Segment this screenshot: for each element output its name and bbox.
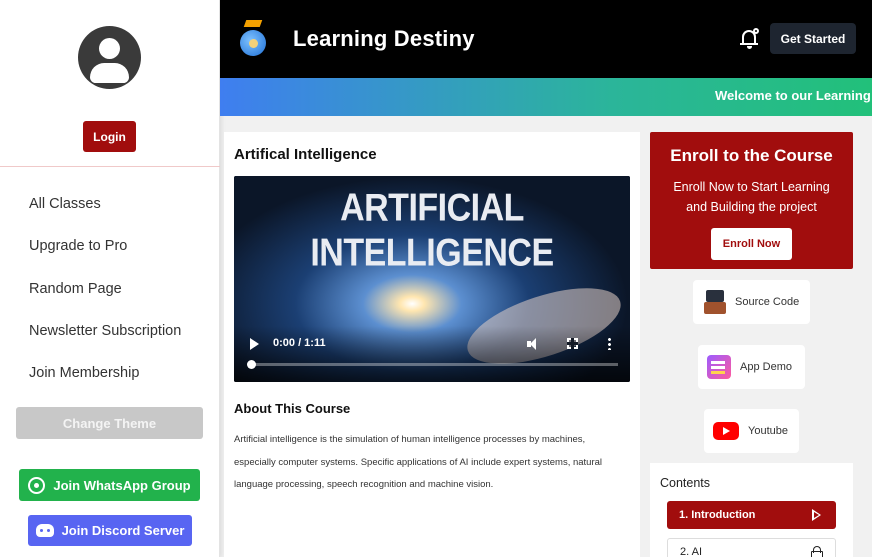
youtube-link[interactable]: Youtube [704,409,799,453]
app-demo-label: App Demo [740,361,792,373]
change-theme-button[interactable]: Change Theme [16,407,203,439]
enroll-subtitle: Enroll Now to Start Learning and Buildin… [673,180,830,214]
discord-icon [35,524,54,537]
video-progress-bar[interactable] [252,363,618,366]
sidebar-item-all-classes[interactable]: All Classes [29,194,181,236]
login-button[interactable]: Login [83,121,136,152]
fullscreen-icon[interactable] [567,338,578,349]
course-title: Artifical Intelligence [234,146,377,163]
sidebar-item-newsletter[interactable]: Newsletter Subscription [29,321,181,363]
source-code-label: Source Code [735,296,800,308]
about-course-heading: About This Course [234,401,351,416]
welcome-marquee: Welcome to our Learning Destiny [220,78,872,116]
more-options-icon[interactable] [608,337,611,350]
enroll-title: Enroll to the Course [670,146,833,165]
sidebar-divider [0,166,220,167]
sidebar-item-upgrade-to-pro[interactable]: Upgrade to Pro [29,236,181,278]
lesson-item-ai[interactable]: 2. AI [667,538,836,557]
sidebar-item-random-page[interactable]: Random Page [29,279,181,321]
video-controls: 0:00 / 1:11 [234,326,630,382]
whatsapp-icon [28,476,46,494]
lock-icon [811,546,823,557]
join-discord-button[interactable]: Join Discord Server [28,515,192,546]
lesson-item-introduction[interactable]: 1. Introduction [667,501,836,529]
join-whatsapp-button[interactable]: Join WhatsApp Group [19,469,200,501]
brand-title[interactable]: Learning Destiny [293,26,475,52]
video-time: 0:00 / 1:11 [273,337,326,349]
contents-panel: Contents 1. Introduction 2. AI [650,463,853,557]
notification-bell-icon[interactable] [740,28,760,50]
enroll-now-button[interactable]: Enroll Now [711,228,792,260]
sidebar-item-membership[interactable]: Join Membership [29,363,181,405]
sidebar: Login All Classes Upgrade to Pro Random … [0,0,220,557]
sidebar-nav: All Classes Upgrade to Pro Random Page N… [29,194,181,405]
play-icon[interactable] [250,338,259,350]
app-demo-icon [707,355,731,379]
youtube-icon [713,422,739,440]
get-started-button[interactable]: Get Started [770,23,856,54]
lesson-label: 2. AI [680,546,703,557]
about-course-text: Artificial intelligence is the simulatio… [234,434,603,490]
app-demo-link[interactable]: App Demo [698,345,805,389]
brand-logo-icon[interactable] [238,20,268,58]
user-avatar-icon[interactable] [78,26,141,89]
source-code-link[interactable]: Source Code [693,280,810,324]
play-outline-icon [812,509,821,521]
course-main-card: Artifical Intelligence ARTIFICIAL INTELL… [224,132,640,557]
source-code-icon [704,290,726,314]
discord-label: Join Discord Server [61,523,185,538]
enroll-card: Enroll to the Course Enroll Now to Start… [650,132,853,269]
contents-title: Contents [660,476,711,490]
video-thumbnail-text: ARTIFICIAL INTELLIGENCE [310,186,554,275]
lesson-label: 1. Introduction [679,509,756,521]
course-video-player[interactable]: ARTIFICIAL INTELLIGENCE 0:00 / 1:11 [234,176,630,382]
top-header: Learning Destiny Get Started [220,0,872,78]
youtube-label: Youtube [748,425,788,437]
volume-icon[interactable] [527,337,541,351]
whatsapp-label: Join WhatsApp Group [53,477,191,493]
marquee-text: Welcome to our Learning Destiny [715,88,872,103]
video-progress-thumb[interactable] [247,360,256,369]
